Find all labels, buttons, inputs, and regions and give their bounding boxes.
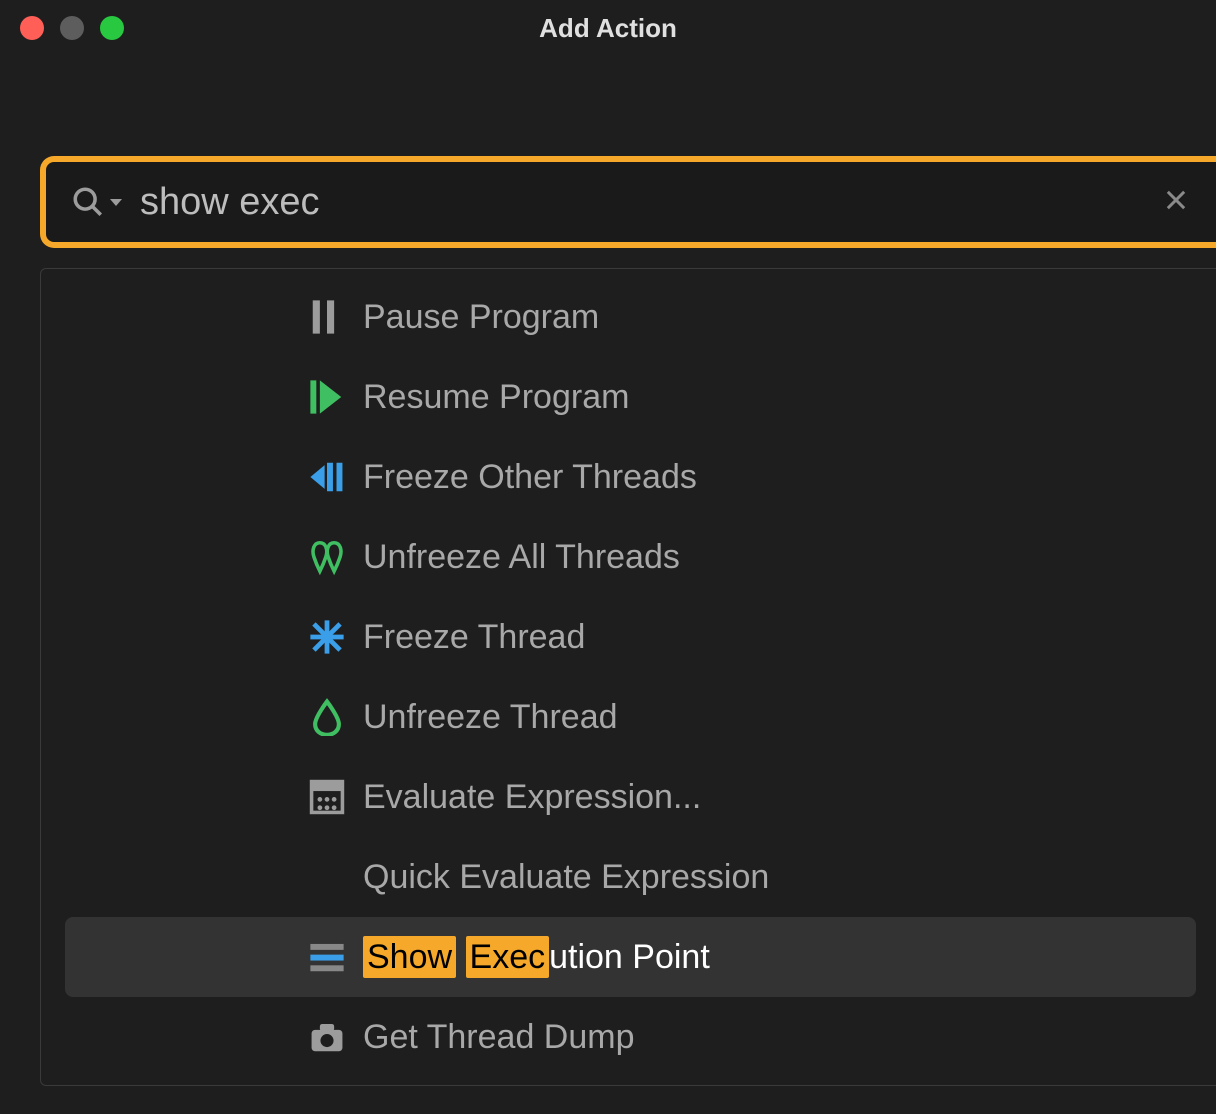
action-item[interactable]: Freeze Other Threads	[65, 437, 1196, 517]
no-icon	[305, 855, 349, 899]
action-label: Get Thread Dump	[363, 1018, 635, 1057]
minimize-window-button[interactable]	[60, 16, 84, 40]
action-item[interactable]: Show Execution Point	[65, 917, 1196, 997]
unfreeze-all-icon	[305, 535, 349, 579]
close-window-button[interactable]	[20, 16, 44, 40]
maximize-window-button[interactable]	[100, 16, 124, 40]
action-label: Resume Program	[363, 378, 629, 417]
action-item[interactable]: Unfreeze All Threads	[65, 517, 1196, 597]
window-title: Add Action	[0, 13, 1216, 44]
search-filter-dropdown-icon[interactable]	[110, 199, 122, 206]
pause-icon	[305, 295, 349, 339]
freeze-others-icon	[305, 455, 349, 499]
action-label: Evaluate Expression...	[363, 778, 701, 817]
camera-icon	[305, 1015, 349, 1059]
action-item[interactable]: Freeze Thread	[65, 597, 1196, 677]
search-icon[interactable]	[68, 182, 108, 222]
action-label: Freeze Other Threads	[363, 458, 697, 497]
window-controls	[20, 16, 124, 40]
titlebar: Add Action	[0, 0, 1216, 56]
action-label: Unfreeze Thread	[363, 698, 618, 737]
action-item[interactable]: Unfreeze Thread	[65, 677, 1196, 757]
action-label: Freeze Thread	[363, 618, 585, 657]
action-label: Quick Evaluate Expression	[363, 858, 769, 897]
snowflake-icon	[305, 615, 349, 659]
calculator-icon	[305, 775, 349, 819]
action-item[interactable]: Pause Program	[65, 277, 1196, 357]
action-label: Pause Program	[363, 298, 599, 337]
action-item[interactable]: Get Thread Dump	[65, 997, 1196, 1077]
action-label: Show Execution Point	[363, 938, 710, 977]
action-label: Unfreeze All Threads	[363, 538, 680, 577]
resume-icon	[305, 375, 349, 419]
execution-point-icon	[305, 935, 349, 979]
action-item[interactable]: Resume Program	[65, 357, 1196, 437]
search-input[interactable]	[140, 181, 1162, 224]
action-results-list: Pause Program Resume Program Freeze Other …	[40, 268, 1216, 1086]
action-item[interactable]: Evaluate Expression...	[65, 757, 1196, 837]
clear-search-icon[interactable]	[1162, 186, 1194, 218]
action-item[interactable]: Quick Evaluate Expression	[65, 837, 1196, 917]
drop-icon	[305, 695, 349, 739]
search-box[interactable]	[40, 156, 1216, 248]
